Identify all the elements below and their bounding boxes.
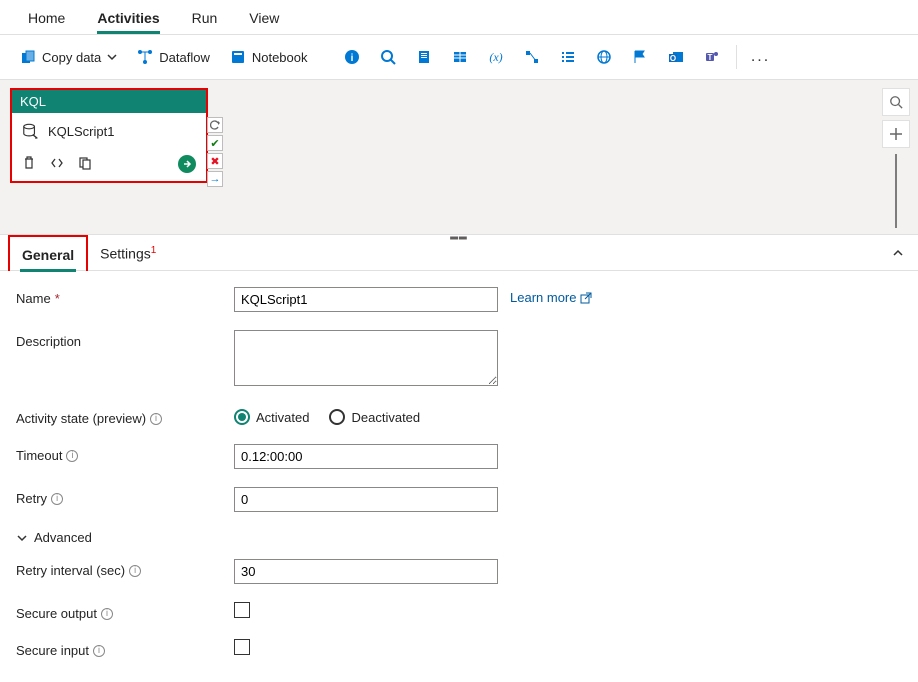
svg-text:T: T: [707, 53, 712, 62]
nav-tab-view[interactable]: View: [233, 0, 295, 34]
settings-badge: 1: [151, 245, 157, 256]
description-input[interactable]: [234, 330, 498, 386]
run-arrow-icon[interactable]: [178, 155, 196, 173]
delete-icon[interactable]: [22, 156, 36, 173]
activity-node-kql[interactable]: KQL KQLScript1 ✔ ✖ →: [10, 88, 208, 183]
code-icon[interactable]: [50, 156, 64, 173]
activity-state-label: Activity state (preview) i: [16, 407, 226, 426]
chevron-down-icon: [107, 50, 117, 65]
retry-label: Retry i: [16, 487, 226, 506]
secure-output-label: Secure output i: [16, 602, 226, 621]
radio-activated-label: Activated: [256, 410, 309, 425]
nav-tab-run[interactable]: Run: [176, 0, 234, 34]
activity-node-title: KQLScript1: [48, 124, 114, 139]
name-label: Name *: [16, 287, 226, 306]
database-script-icon: [22, 123, 38, 139]
top-nav: Home Activities Run View: [0, 0, 918, 35]
radio-deactivated-label: Deactivated: [351, 410, 420, 425]
collapse-panel-button[interactable]: [886, 241, 910, 265]
info-icon[interactable]: i: [150, 413, 162, 425]
tab-settings-label: Settings: [100, 246, 151, 262]
info-icon[interactable]: i: [129, 565, 141, 577]
secure-input-label: Secure input i: [16, 639, 226, 658]
variable-icon[interactable]: (x): [480, 41, 512, 73]
copy-data-button[interactable]: Copy data: [12, 45, 125, 69]
dataflow-button[interactable]: Dataflow: [129, 45, 218, 69]
description-label: Description: [16, 330, 226, 349]
list-icon[interactable]: [552, 41, 584, 73]
resize-handle[interactable]: ▂▂: [439, 230, 479, 238]
table-icon[interactable]: [444, 41, 476, 73]
activities-toolbar: Copy data Dataflow Notebook i (x): [0, 35, 918, 80]
notebook-icon: [230, 49, 246, 65]
secure-output-checkbox[interactable]: [234, 602, 250, 618]
activity-node-header: KQL: [12, 90, 206, 113]
canvas-tools: [882, 88, 910, 228]
port-success-icon[interactable]: ✔: [207, 135, 223, 151]
retry-input[interactable]: [234, 487, 498, 512]
svg-text:i: i: [350, 53, 353, 64]
notebook-button[interactable]: Notebook: [222, 45, 316, 69]
info-icon[interactable]: i: [51, 493, 63, 505]
pipeline-icon[interactable]: [516, 41, 548, 73]
chevron-down-icon: [16, 532, 28, 544]
nav-tab-home[interactable]: Home: [12, 0, 81, 34]
toolbar-separator: [736, 45, 737, 69]
flag-icon[interactable]: [624, 41, 656, 73]
info-icon[interactable]: i: [101, 608, 113, 620]
svg-text:(x): (x): [489, 50, 502, 64]
copy-icon[interactable]: [78, 156, 92, 173]
more-button[interactable]: ...: [745, 41, 777, 73]
search-icon[interactable]: [372, 41, 404, 73]
learn-more-label: Learn more: [510, 290, 576, 305]
teams-icon[interactable]: T: [696, 41, 728, 73]
port-fail-icon[interactable]: ✖: [207, 153, 223, 169]
retry-interval-label: Retry interval (sec) i: [16, 559, 226, 578]
secure-input-checkbox[interactable]: [234, 639, 250, 655]
info-icon[interactable]: i: [93, 645, 105, 657]
advanced-toggle[interactable]: Advanced: [16, 530, 902, 545]
radio-activated[interactable]: Activated: [234, 409, 309, 425]
ellipsis-icon: ...: [751, 48, 770, 66]
dataflow-label: Dataflow: [159, 50, 210, 65]
general-form: Name * Learn more Description Activity s…: [0, 271, 918, 682]
globe-icon[interactable]: [588, 41, 620, 73]
canvas-search-button[interactable]: [882, 88, 910, 116]
tab-settings[interactable]: Settings1: [88, 235, 168, 270]
port-arrow-icon[interactable]: →: [207, 171, 223, 187]
timeout-label: Timeout i: [16, 444, 226, 463]
advanced-label: Advanced: [34, 530, 92, 545]
canvas-add-button[interactable]: [882, 120, 910, 148]
notebook-label: Notebook: [252, 50, 308, 65]
retry-interval-input[interactable]: [234, 559, 498, 584]
port-loop-icon[interactable]: [207, 117, 223, 133]
copy-data-icon: [20, 49, 36, 65]
pipeline-canvas[interactable]: KQL KQLScript1 ✔ ✖ →: [0, 80, 918, 235]
external-link-icon: [580, 292, 592, 304]
timeout-input[interactable]: [234, 444, 498, 469]
tab-general-label: General: [22, 247, 74, 263]
radio-deactivated[interactable]: Deactivated: [329, 409, 420, 425]
outlook-icon[interactable]: O: [660, 41, 692, 73]
info-icon[interactable]: i: [336, 41, 368, 73]
scroll-icon[interactable]: [408, 41, 440, 73]
info-icon[interactable]: i: [66, 450, 78, 462]
nav-tab-activities[interactable]: Activities: [81, 0, 175, 34]
copy-data-label: Copy data: [42, 50, 101, 65]
tab-general[interactable]: General: [8, 235, 88, 271]
dataflow-icon: [137, 49, 153, 65]
svg-text:O: O: [669, 54, 675, 63]
property-panel-header: General Settings1: [0, 235, 918, 271]
name-input[interactable]: [234, 287, 498, 312]
learn-more-link[interactable]: Learn more: [510, 287, 592, 305]
activity-ports: ✔ ✖ →: [207, 117, 223, 187]
